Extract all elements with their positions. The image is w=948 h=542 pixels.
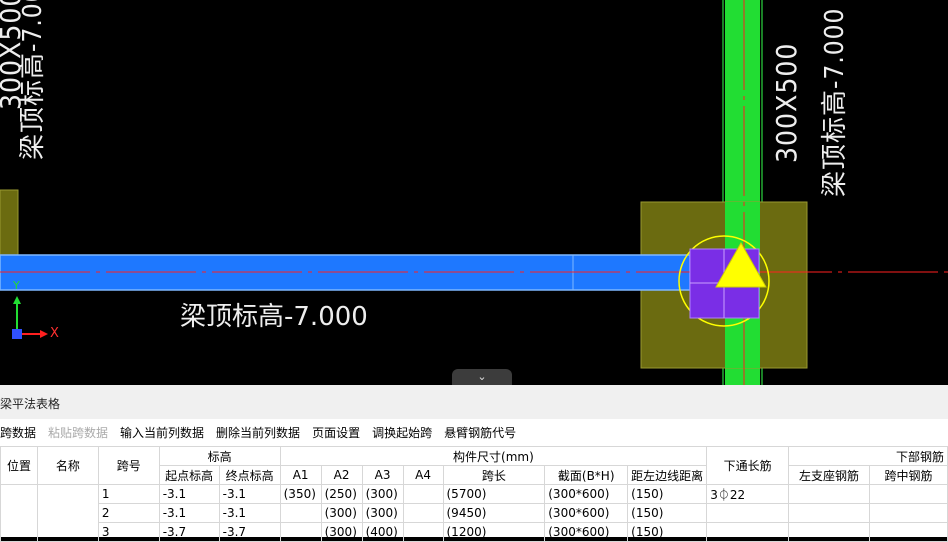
paste-span-data-button[interactable]: 粘贴跨数据 bbox=[48, 426, 108, 440]
a3-cell[interactable]: (300) bbox=[361, 484, 404, 504]
mid-span-cell[interactable] bbox=[869, 522, 948, 542]
a4-cell[interactable] bbox=[402, 484, 444, 504]
col-header-elevation[interactable]: 标高 bbox=[158, 446, 281, 466]
delete-column-data-button[interactable]: 删除当前列数据 bbox=[216, 426, 300, 440]
start-elev-cell[interactable]: -3.7 bbox=[158, 522, 220, 542]
table-row[interactable]: 1 -3.1 -3.1 (350) (250) (300) (5700) (30… bbox=[0, 484, 948, 542]
col-header-dist-left[interactable]: 距左边线距离 bbox=[627, 465, 708, 485]
position-cell[interactable] bbox=[0, 484, 38, 542]
y-axis-label: Y bbox=[13, 279, 20, 292]
right-elevation-label: 梁顶标高-7.000 bbox=[820, 7, 850, 197]
col-header-section[interactable]: 截面(B*H) bbox=[544, 465, 629, 485]
start-elev-cell[interactable]: -3.1 bbox=[158, 503, 220, 523]
section-cell[interactable]: (300*600) bbox=[544, 484, 629, 504]
col-header-span-len[interactable]: 跨长 bbox=[442, 465, 546, 485]
table-header-row: 位置 名称 跨号 标高 构件尺寸(mm) 下通长筋 下部钢筋 bbox=[0, 446, 948, 485]
a2-cell[interactable]: (300) bbox=[320, 522, 363, 542]
col-header-bottom-through[interactable]: 下通长筋 bbox=[706, 446, 790, 485]
end-elev-cell[interactable]: -3.7 bbox=[218, 522, 281, 542]
swap-start-span-button[interactable]: 调换起始跨 bbox=[372, 426, 432, 440]
mid-span-cell[interactable] bbox=[869, 503, 948, 523]
a1-cell[interactable] bbox=[279, 522, 322, 542]
a2-cell[interactable]: (250) bbox=[320, 484, 363, 504]
y-axis-arrow bbox=[13, 296, 21, 304]
section-cell[interactable]: (300*600) bbox=[544, 503, 629, 523]
end-elev-cell[interactable]: -3.1 bbox=[218, 503, 281, 523]
a3-cell[interactable]: (300) bbox=[361, 503, 404, 523]
x-axis-arrow bbox=[40, 330, 48, 338]
input-column-data-button[interactable]: 输入当前列数据 bbox=[120, 426, 204, 440]
beam-table: 位置 名称 跨号 标高 构件尺寸(mm) 下通长筋 下部钢筋 起点标高 终点标高… bbox=[0, 446, 948, 542]
dist-left-cell[interactable]: (150) bbox=[627, 503, 708, 523]
dist-left-cell[interactable]: (150) bbox=[627, 484, 708, 504]
left-support-cell[interactable] bbox=[788, 522, 870, 542]
cad-canvas[interactable]: 300X500 梁顶标高-7.000 300X500 梁顶标高-7.000 梁顶… bbox=[0, 0, 948, 385]
a4-cell[interactable] bbox=[402, 503, 444, 523]
left-support-cell[interactable] bbox=[788, 503, 870, 523]
col-header-size[interactable]: 构件尺寸(mm) bbox=[279, 446, 708, 466]
end-elev-cell[interactable]: -3.1 bbox=[218, 484, 281, 504]
span-len-cell[interactable]: (9450) bbox=[442, 503, 546, 523]
col-header-a4[interactable]: A4 bbox=[402, 465, 444, 485]
col-header-left-support[interactable]: 左支座钢筋 bbox=[788, 465, 870, 485]
span-cell[interactable]: 3 bbox=[97, 522, 160, 542]
col-header-name[interactable]: 名称 bbox=[36, 446, 99, 485]
a3-cell[interactable]: (400) bbox=[361, 522, 404, 542]
col-header-a3[interactable]: A3 bbox=[361, 465, 404, 485]
dist-left-cell[interactable]: (150) bbox=[627, 522, 708, 542]
axis-origin bbox=[12, 329, 22, 339]
table-toolbar: 跨数据 粘贴跨数据 输入当前列数据 删除当前列数据 页面设置 调换起始跨 悬臂钢筋代号 bbox=[0, 419, 948, 445]
panel-collapse-handle[interactable]: ⌄ bbox=[452, 369, 512, 385]
col-header-a1[interactable]: A1 bbox=[279, 465, 322, 485]
chevron-down-icon: ⌄ bbox=[477, 370, 487, 383]
col-header-start-elev[interactable]: 起点标高 bbox=[158, 465, 220, 485]
span-data-button[interactable]: 跨数据 bbox=[0, 426, 36, 440]
page-setup-button[interactable]: 页面设置 bbox=[312, 426, 360, 440]
cantilever-rebar-code-button[interactable]: 悬臂钢筋代号 bbox=[444, 426, 516, 440]
beam-elevation-label: 梁顶标高-7.000 bbox=[180, 302, 368, 332]
bottom-through-cell[interactable] bbox=[706, 503, 790, 523]
section-cell[interactable]: (300*600) bbox=[544, 522, 629, 542]
beam-table-panel: 梁平法表格 跨数据 粘贴跨数据 输入当前列数据 删除当前列数据 页面设置 调换起始跨 悬臂钢… bbox=[0, 385, 948, 542]
left-support-cell[interactable] bbox=[788, 484, 870, 504]
drawing-layer[interactable] bbox=[0, 0, 948, 385]
span-len-cell[interactable]: (1200) bbox=[442, 522, 546, 542]
col-header-end-elev[interactable]: 终点标高 bbox=[218, 465, 281, 485]
a1-cell[interactable] bbox=[279, 503, 322, 523]
table-row[interactable]: 3 -3.7 -3.7 (300) (400) (1200) (300*600)… bbox=[1, 522, 948, 542]
col-header-position[interactable]: 位置 bbox=[0, 446, 38, 485]
col-header-span-no[interactable]: 跨号 bbox=[97, 446, 160, 485]
span-cell[interactable]: 1 bbox=[97, 484, 160, 504]
a2-cell[interactable]: (300) bbox=[320, 503, 363, 523]
col-header-bottom-rebar[interactable]: 下部钢筋 bbox=[788, 446, 948, 466]
a4-cell[interactable] bbox=[402, 522, 444, 542]
span-cell[interactable]: 2 bbox=[97, 503, 160, 523]
col-header-a2[interactable]: A2 bbox=[320, 465, 363, 485]
bottom-through-cell[interactable] bbox=[706, 522, 790, 542]
table-row[interactable]: 2 -3.1 -3.1 (300) (300) (9450) (300*600)… bbox=[1, 503, 948, 523]
left-elevation-label: 梁顶标高-7.000 bbox=[18, 0, 48, 160]
name-cell[interactable] bbox=[36, 484, 99, 542]
bottom-through-cell[interactable]: 3⏀22 bbox=[706, 484, 790, 504]
a1-cell[interactable]: (350) bbox=[279, 484, 322, 504]
panel-title: 梁平法表格 bbox=[0, 385, 948, 419]
mid-span-cell[interactable] bbox=[869, 484, 948, 504]
right-size-label: 300X500 bbox=[770, 42, 803, 163]
start-elev-cell[interactable]: -3.1 bbox=[158, 484, 220, 504]
x-axis-label: X bbox=[50, 326, 59, 341]
span-len-cell[interactable]: (5700) bbox=[442, 484, 546, 504]
col-header-mid-span[interactable]: 跨中钢筋 bbox=[869, 465, 948, 485]
